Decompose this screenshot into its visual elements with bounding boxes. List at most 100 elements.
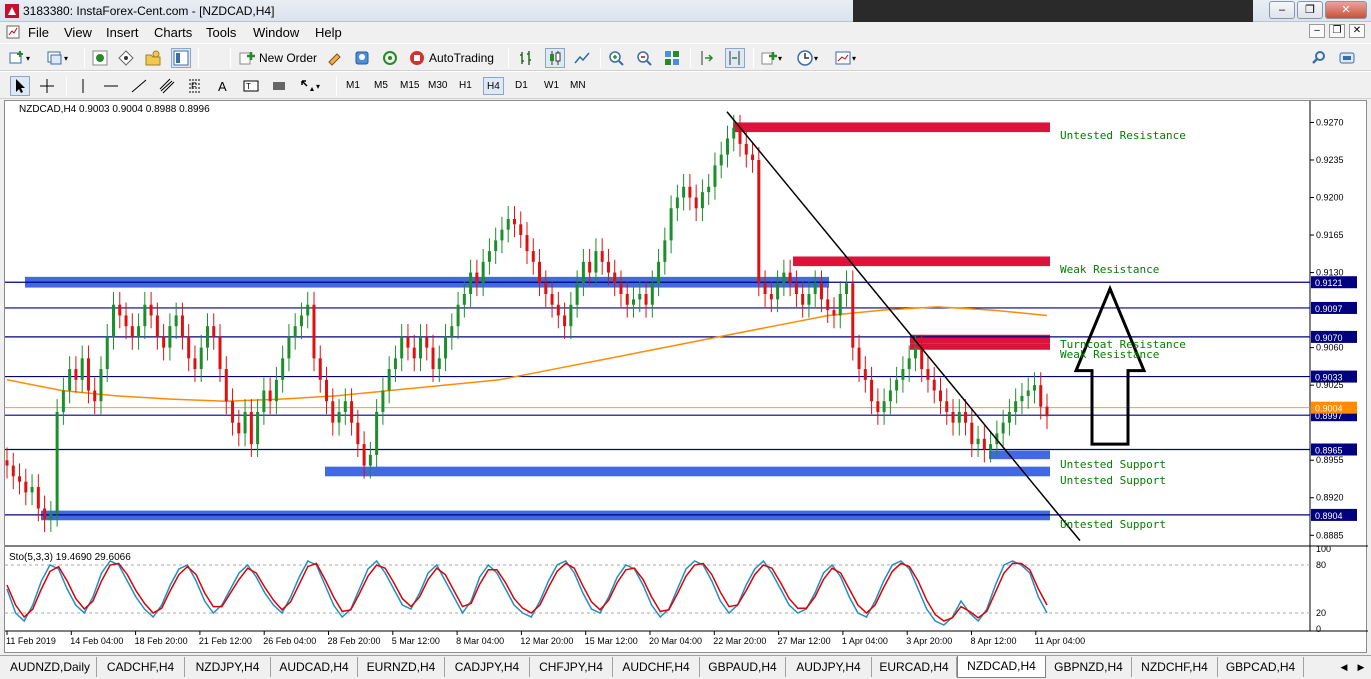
autoscroll-button[interactable] <box>698 48 716 68</box>
chart-shift-button[interactable] <box>725 48 745 68</box>
indicators-button[interactable]: ▾ <box>760 48 782 68</box>
market-watch-button[interactable] <box>91 48 109 68</box>
tab-audcad-h4[interactable]: AUDCAD,H4 <box>271 657 358 677</box>
tf-m15[interactable]: M15 <box>397 77 422 95</box>
channel-button[interactable] <box>158 76 176 96</box>
periods-button[interactable]: ▾ <box>796 48 818 68</box>
candle-body <box>393 358 397 370</box>
tab-eurnzd-h4[interactable]: EURNZD,H4 <box>358 657 445 677</box>
profiles-icon <box>47 51 62 65</box>
candle-body <box>312 304 316 359</box>
restore-button[interactable]: ❐ <box>1297 1 1323 19</box>
fibonacci-button[interactable]: F <box>186 76 204 96</box>
tf-h4[interactable]: H4 <box>483 77 504 95</box>
bar-chart-button[interactable] <box>517 48 535 68</box>
candle-body <box>976 438 980 445</box>
tf-h1[interactable]: H1 <box>456 77 475 95</box>
tab-nzdchf-h4[interactable]: NZDCHF,H4 <box>1132 657 1218 677</box>
tab-scroll-left-icon[interactable]: ◀ <box>1337 660 1351 674</box>
candle-body <box>713 165 717 187</box>
tab-nzdcad-h4[interactable]: NZDCAD,H4 <box>957 656 1046 678</box>
menu-help[interactable]: Help <box>315 25 342 40</box>
new-order-button[interactable]: New Order <box>238 48 317 68</box>
candle-body <box>124 315 128 327</box>
crosshair-button[interactable] <box>38 76 56 96</box>
profiles-button[interactable]: ▾ <box>46 48 68 68</box>
templates-button[interactable]: ▾ <box>834 48 856 68</box>
tf-m30[interactable]: M30 <box>425 77 450 95</box>
price-chart[interactable]: Weak Resistance Untested Resistance Weak R… <box>5 101 1368 654</box>
mdi-close-button[interactable]: ✕ <box>1349 24 1365 38</box>
arrows-button[interactable]: ▾ <box>298 76 320 96</box>
candle-body <box>512 218 516 225</box>
community-button[interactable] <box>1338 48 1356 68</box>
mdi-restore-button[interactable]: ❐ <box>1329 24 1345 38</box>
new-chart-button[interactable]: ▾ <box>8 48 30 68</box>
candle-body <box>819 283 823 300</box>
search-button[interactable] <box>1310 48 1328 68</box>
horizontal-line-button[interactable] <box>102 76 120 96</box>
menu-file[interactable]: File <box>28 25 49 40</box>
metaeditor-button[interactable] <box>326 48 344 68</box>
standard-toolbar: ▾ ▾ New Order AutoTrading ▾ ▾ ▾ <box>0 43 1371 71</box>
autotrading-icon <box>410 51 424 65</box>
candle-body <box>24 481 28 493</box>
tab-audchf-h4[interactable]: AUDCHF,H4 <box>613 657 700 677</box>
tf-m5[interactable]: M5 <box>371 77 391 95</box>
candle-body <box>224 369 228 402</box>
stoch-main-line <box>6 559 1048 626</box>
tf-d1[interactable]: D1 <box>512 77 531 95</box>
text-button[interactable]: A <box>214 76 232 96</box>
menu-insert[interactable]: Insert <box>106 25 139 40</box>
tab-nzdjpy-h4[interactable]: NZDJPY,H4 <box>185 657 271 677</box>
tab-audnzd-daily[interactable]: AUDNZD,Daily <box>4 657 97 677</box>
tab-scroll-right-icon[interactable]: ▶ <box>1354 660 1368 674</box>
candle-body <box>913 347 917 359</box>
tab-cadchf-h4[interactable]: CADCHF,H4 <box>97 657 185 677</box>
rectangle-button[interactable] <box>270 76 288 96</box>
candle-body <box>694 197 698 209</box>
candle-body <box>456 304 460 327</box>
minimize-button[interactable]: – <box>1269 1 1295 19</box>
cursor-button[interactable] <box>10 76 30 96</box>
terminal-button[interactable] <box>171 48 191 68</box>
tab-gbpnzd-h4[interactable]: GBPNZD,H4 <box>1046 657 1132 677</box>
candle-body <box>563 315 567 327</box>
tab-gbpaud-h4[interactable]: GBPAUD,H4 <box>700 657 786 677</box>
tab-audjpy-h4[interactable]: AUDJPY,H4 <box>786 657 872 677</box>
tf-mn[interactable]: MN <box>567 77 589 95</box>
line-chart-button[interactable] <box>573 48 591 68</box>
mdi-minimize-button[interactable]: – <box>1309 24 1325 38</box>
menu-window[interactable]: Window <box>253 25 299 40</box>
autotrading-button[interactable]: AutoTrading <box>408 48 494 68</box>
signals-button[interactable] <box>353 48 371 68</box>
close-button[interactable]: ✕ <box>1325 1 1367 19</box>
zoom-in-button[interactable] <box>607 48 625 68</box>
candle-body <box>794 283 798 295</box>
label-button[interactable]: T <box>242 76 260 96</box>
menu-charts[interactable]: Charts <box>154 25 192 40</box>
tab-eurcad-h4[interactable]: EURCAD,H4 <box>872 657 957 677</box>
candle-body <box>525 235 529 252</box>
tab-cadjpy-h4[interactable]: CADJPY,H4 <box>445 657 530 677</box>
menu-tools[interactable]: Tools <box>206 25 236 40</box>
candle-body <box>945 401 949 412</box>
candle-body <box>68 369 72 391</box>
trendline-button[interactable] <box>130 76 148 96</box>
navigator-button[interactable] <box>144 48 162 68</box>
tab-chfjpy-h4[interactable]: CHFJPY,H4 <box>530 657 613 677</box>
vertical-line-button[interactable] <box>74 76 92 96</box>
new-order-icon <box>239 52 255 65</box>
data-window-button[interactable] <box>117 48 135 68</box>
tile-windows-button[interactable] <box>663 48 681 68</box>
tf-m1[interactable]: M1 <box>343 77 363 95</box>
time-tick-label: 1 Apr 04:00 <box>842 636 888 646</box>
menu-view[interactable]: View <box>64 25 92 40</box>
radio-button[interactable] <box>381 48 399 68</box>
tab-gbpcad-h4[interactable]: GBPCAD,H4 <box>1218 657 1304 677</box>
chart-window[interactable]: Weak Resistance Untested Resistance Weak R… <box>4 100 1368 654</box>
menu-bar: File View Insert Charts Tools Window Hel… <box>0 22 1371 42</box>
candlestick-button[interactable] <box>545 48 565 68</box>
zoom-out-button[interactable] <box>635 48 653 68</box>
tf-w1[interactable]: W1 <box>541 77 562 95</box>
